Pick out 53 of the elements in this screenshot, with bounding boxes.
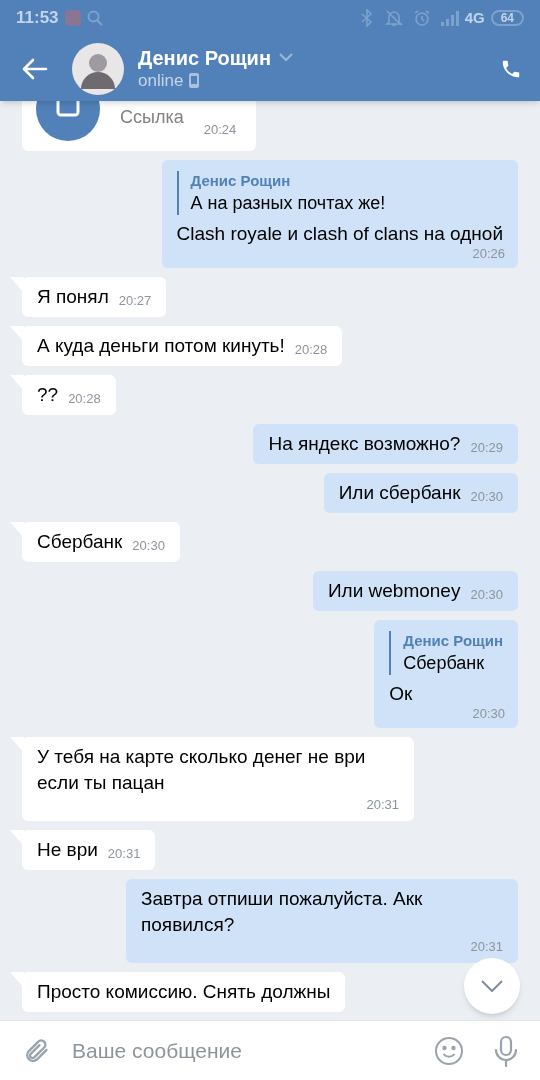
alarm-icon [412,9,431,27]
message-time: 20:31 [470,938,503,956]
message-text: Не ври [37,838,98,862]
chevron-down-icon[interactable] [279,53,293,62]
phone-device-icon [189,73,200,88]
message-time: 20:28 [68,390,101,408]
bluetooth-icon [360,9,373,27]
message-time: 20:27 [118,292,152,310]
message-text: Или webmoney [327,579,461,603]
contact-status: online [138,69,184,92]
status-time: 11:53 [16,7,59,30]
message-text: Просто комиссию. Снять должны [37,980,331,1004]
link-attachment[interactable]: Ссылка 20:24 [22,101,257,151]
chevron-down-icon [481,980,503,992]
emoji-icon[interactable] [434,1035,464,1066]
message-text: На яндекс возможно? [268,432,461,456]
message-time: 20:24 [203,120,237,139]
signal-icon [440,10,459,26]
link-label: Ссылка [120,106,184,129]
back-arrow-icon[interactable] [22,57,48,80]
quote-author: Денис Рощин [403,631,503,651]
message-time: 20:30 [470,586,503,604]
search-icon [86,10,103,26]
message-time: 20:31 [107,845,141,863]
muted-bell-icon [384,9,403,27]
avatar[interactable] [72,42,124,95]
message-time: 20:31 [366,796,399,814]
quote-text: Сбербанк [403,652,486,675]
message-text: Или сбербанк [338,481,461,505]
message-time: 20:30 [471,707,505,721]
quote-author: Денис Рощин [190,171,292,191]
scroll-down-button[interactable] [464,958,520,1014]
message-text: У тебя на карте сколько денег не ври если ты пацан [37,745,367,795]
message-text: Я понял [37,285,109,309]
message-text: Завтра отпиши пожалуйста. Акк появился? [141,887,424,937]
message-text: Сбербанк [37,530,123,554]
notification-icon [64,10,81,26]
message-time: 20:29 [470,439,503,457]
message-text: ?? [37,383,59,407]
microphone-icon[interactable] [494,1034,518,1067]
message-time: 20:26 [471,247,505,261]
message-text: Ок [389,682,414,706]
message-time: 20:30 [132,537,165,555]
network-type: 4G [464,7,485,28]
message-text: А куда деньги потом кинуть! [37,334,285,358]
message-field[interactable]: Ваше сообщение [0,1020,540,1080]
message-input[interactable]: Ваше сообщение [72,1034,434,1067]
message-text: Clash royale и clash of clans на одной [176,222,503,246]
quote-text: А на разных почтах же! [190,192,387,215]
battery-indicator: 64 [490,10,524,26]
message-time: 20:30 [470,488,503,506]
message-time: 20:28 [294,341,328,359]
contact-name[interactable]: Денис Рощин [138,45,271,70]
